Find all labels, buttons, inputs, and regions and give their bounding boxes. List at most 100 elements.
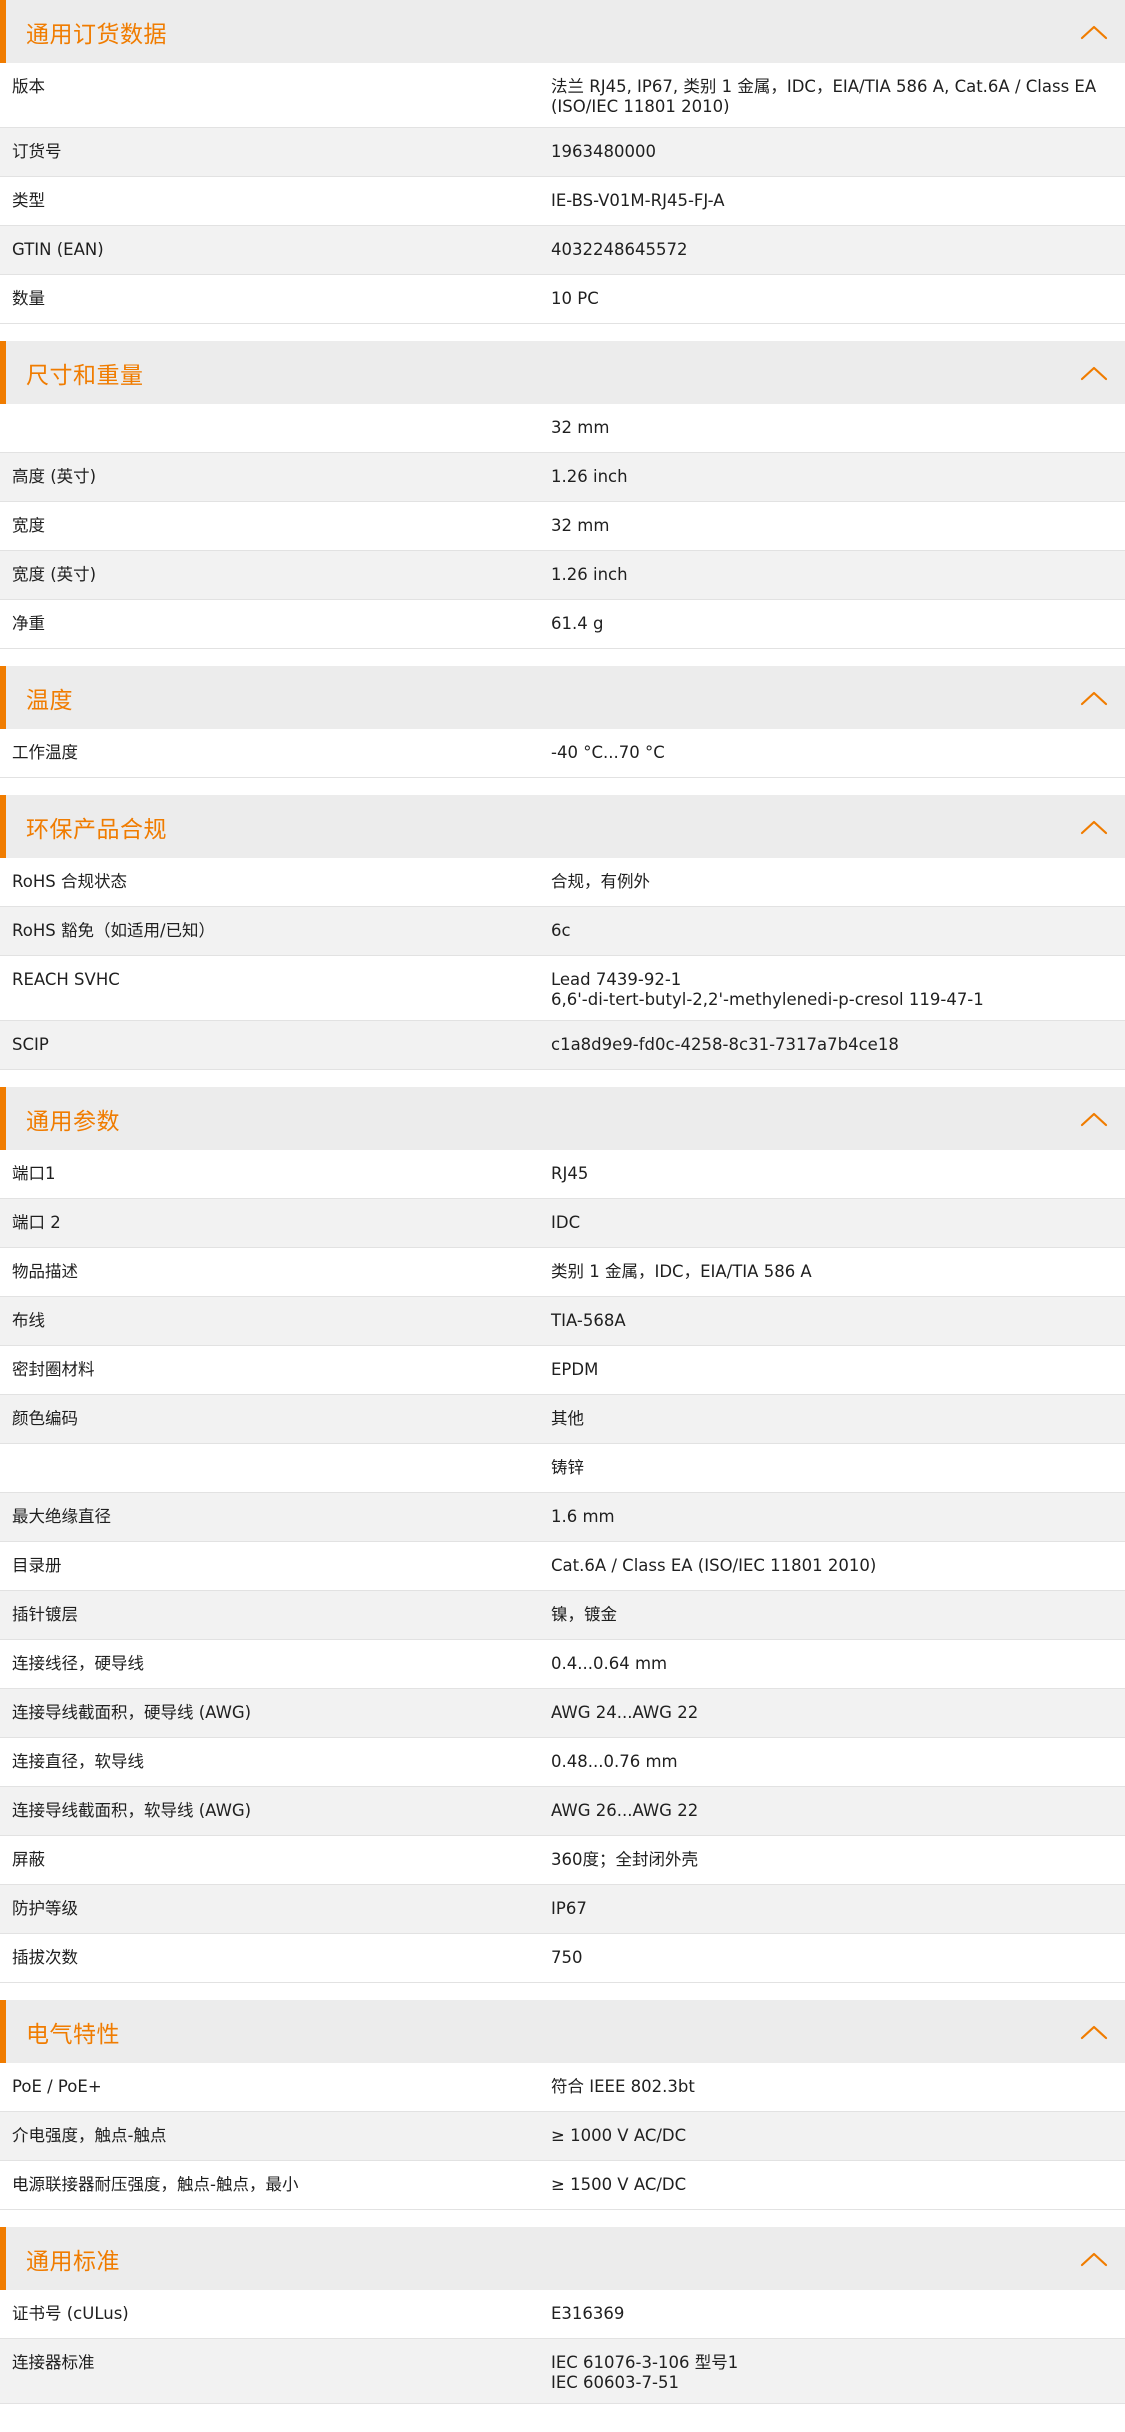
chevron-up-icon[interactable] xyxy=(1079,364,1109,382)
spec-label: REACH SVHC xyxy=(12,970,120,989)
spec-value: 10 PC xyxy=(551,289,599,308)
spec-label: 端口 2 xyxy=(12,1213,61,1232)
chevron-up-icon[interactable] xyxy=(1079,1110,1109,1128)
spec-section: 通用订货数据版本 法兰 RJ45, IP67, 类别 1 金属，IDC，EIA/T… xyxy=(0,0,1125,324)
spec-value: c1a8d9e9-fd0c-4258-8c31-7317a7b4ce18 xyxy=(551,1035,899,1054)
spec-label: 介电强度，触点-触点 xyxy=(12,2126,167,2145)
spec-value: 其他 xyxy=(551,1409,584,1428)
spec-value: 1.26 inch xyxy=(551,467,628,486)
spec-row: 端口1 RJ45 xyxy=(0,1150,1125,1199)
spec-value: ≥ 1500 V AC/DC xyxy=(551,2175,687,2194)
spec-section: 电气特性 PoE / PoE+ 符合 IEEE 802.3bt 介电强度，触点-触点 ≥… xyxy=(0,2000,1125,2210)
spec-value: IP67 xyxy=(551,1899,587,1918)
spec-label: 密封圈材料 xyxy=(12,1360,95,1379)
spec-label: 证书号 (cULus) xyxy=(12,2304,129,2323)
spec-row: RoHS 合规状态 合规，有例外 xyxy=(0,858,1125,907)
section-header[interactable]: 通用标准 xyxy=(0,2227,1125,2290)
spec-value: 符合 IEEE 802.3bt xyxy=(551,2077,695,2096)
spec-row: 数量 10 PC xyxy=(0,275,1125,324)
spec-value: 0.48...0.76 mm xyxy=(551,1752,678,1771)
spec-value: 32 mm xyxy=(551,418,610,437)
spec-value: 360度；全封闭外壳 xyxy=(551,1850,698,1869)
spec-row: 最大绝缘直径 1.6 mm xyxy=(0,1493,1125,1542)
section-header[interactable]: 温度 xyxy=(0,666,1125,729)
section-title: 尺寸和重量 xyxy=(26,362,144,389)
spec-label: 订货号 xyxy=(12,142,62,161)
spec-row: 连接导线截面积，软导线 (AWG) AWG 26...AWG 22 xyxy=(0,1787,1125,1836)
spec-value: 0.4...0.64 mm xyxy=(551,1654,668,1673)
chevron-up-icon[interactable] xyxy=(1079,818,1109,836)
spec-value: Cat.6A / Class EA (ISO/IEC 11801 2010) xyxy=(551,1556,877,1575)
spec-row: REACH SVHC Lead 7439-92-1 6,6'-di-tert-bu… xyxy=(0,956,1125,1021)
section-title: 通用参数 xyxy=(26,1108,120,1135)
spec-row: 连接线径，硬导线 0.4...0.64 mm xyxy=(0,1640,1125,1689)
spec-label: 高度 (英寸) xyxy=(12,467,97,486)
spec-label: 电源联接器耐压强度，触点-触点，最小 xyxy=(12,2175,299,2194)
spec-row: 屏蔽 360度；全封闭外壳 xyxy=(0,1836,1125,1885)
spec-value: IDC xyxy=(551,1213,581,1232)
spec-row: 宽度 (英寸) 1.26 inch xyxy=(0,551,1125,600)
spec-label: 连接导线截面积，软导线 (AWG) xyxy=(12,1801,252,1820)
spec-label: SCIP xyxy=(12,1035,49,1054)
spec-label: 宽度 xyxy=(12,516,45,535)
chevron-up-icon[interactable] xyxy=(1079,2023,1109,2041)
spec-value: 类别 1 金属，IDC，EIA/TIA 586 A xyxy=(551,1262,812,1281)
spec-value: 1.6 mm xyxy=(551,1507,615,1526)
spec-label: 宽度 (英寸) xyxy=(12,565,97,584)
spec-value: 铸锌 xyxy=(551,1458,584,1477)
spec-row: 版本 法兰 RJ45, IP67, 类别 1 金属，IDC，EIA/TIA 586… xyxy=(0,63,1125,128)
section-header[interactable]: 尺寸和重量 xyxy=(0,341,1125,404)
spec-label: 工作温度 xyxy=(12,743,78,762)
spec-value: TIA-568A xyxy=(551,1311,626,1330)
spec-row: 颜色编码 其他 xyxy=(0,1395,1125,1444)
spec-value: 750 xyxy=(551,1948,583,1967)
section-header[interactable]: 通用订货数据 xyxy=(0,0,1125,63)
spec-value: 32 mm xyxy=(551,516,610,535)
spec-row: 32 mm xyxy=(0,404,1125,453)
spec-label: 布线 xyxy=(12,1311,45,1330)
spec-row: 连接导线截面积，硬导线 (AWG) AWG 24...AWG 22 xyxy=(0,1689,1125,1738)
spec-row: 高度 (英寸) 1.26 inch xyxy=(0,453,1125,502)
spec-row: 证书号 (cULus) E316369 xyxy=(0,2290,1125,2339)
spec-row: 端口 2 IDC xyxy=(0,1199,1125,1248)
spec-label: 净重 xyxy=(12,614,45,633)
spec-row: 连接器标准 IEC 61076-3-106 型号1 IEC 60603-7-51 xyxy=(0,2339,1125,2404)
section-header[interactable]: 通用参数 xyxy=(0,1087,1125,1150)
chevron-up-icon[interactable] xyxy=(1079,689,1109,707)
spec-section: 温度 工作温度 -40 °C...70 °C xyxy=(0,666,1125,778)
spec-value: 1963480000 xyxy=(551,142,656,161)
spec-row: 布线 TIA-568A xyxy=(0,1297,1125,1346)
spec-row: 连接直径，软导线 0.48...0.76 mm xyxy=(0,1738,1125,1787)
spec-section: 通用标准 证书号 (cULus) E316369 连接器标准 IEC 61076-3-1… xyxy=(0,2227,1125,2404)
spec-label: 连接器标准 xyxy=(12,2353,95,2372)
chevron-up-icon[interactable] xyxy=(1079,2250,1109,2268)
chevron-up-icon[interactable] xyxy=(1079,23,1109,41)
spec-value: 4032248645572 xyxy=(551,240,688,259)
spec-row: 插针镀层 镍，镀金 xyxy=(0,1591,1125,1640)
spec-value: IE-BS-V01M-RJ45-FJ-A xyxy=(551,191,725,210)
spec-label: 连接直径，软导线 xyxy=(12,1752,144,1771)
spec-row: SCIP c1a8d9e9-fd0c-4258-8c31-7317a7b4ce18 xyxy=(0,1021,1125,1070)
spec-row: PoE / PoE+ 符合 IEEE 802.3bt xyxy=(0,2063,1125,2112)
spec-row: 工作温度 -40 °C...70 °C xyxy=(0,729,1125,778)
section-header[interactable]: 环保产品合规 xyxy=(0,795,1125,858)
spec-label: 颜色编码 xyxy=(12,1409,78,1428)
spec-row: 净重 61.4 g xyxy=(0,600,1125,649)
spec-row: RoHS 豁免（如适用/已知） 6c xyxy=(0,907,1125,956)
spec-label: 版本 xyxy=(12,77,45,96)
spec-section: 环保产品合规 RoHS 合规状态 合规，有例外 RoHS 豁免（如适用/已知） 6c RE… xyxy=(0,795,1125,1070)
spec-value: 镍，镀金 xyxy=(551,1605,617,1624)
spec-section: 尺寸和重量 32 mm 高度 (英寸) 1.26 inch 宽度 32 mm 宽度 (英寸)… xyxy=(0,341,1125,649)
spec-row: 铸锌 xyxy=(0,1444,1125,1493)
spec-value: RJ45 xyxy=(551,1164,589,1183)
spec-row: 插拔次数 750 xyxy=(0,1934,1125,1983)
spec-label: 数量 xyxy=(12,289,45,308)
spec-row: 密封圈材料 EPDM xyxy=(0,1346,1125,1395)
spec-section: 通用参数 端口1 RJ45 端口 2 IDC 物品描述 类别 1 金属，IDC，EIA/TI… xyxy=(0,1087,1125,1983)
spec-label: 连接导线截面积，硬导线 (AWG) xyxy=(12,1703,252,1722)
spec-label: 防护等级 xyxy=(12,1899,78,1918)
spec-row: 防护等级 IP67 xyxy=(0,1885,1125,1934)
section-title: 通用订货数据 xyxy=(26,21,167,48)
spec-label: 类型 xyxy=(12,191,45,210)
section-header[interactable]: 电气特性 xyxy=(0,2000,1125,2063)
